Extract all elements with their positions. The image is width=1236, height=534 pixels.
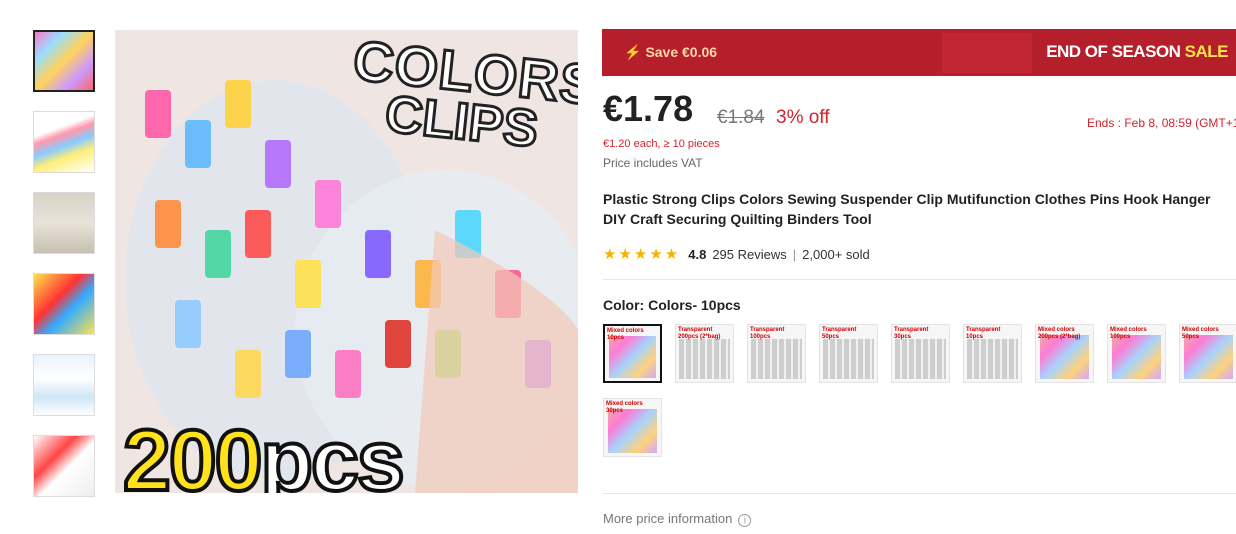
hero-count-unit: pcs [258,411,406,493]
promo-sale: SALE [1184,42,1229,61]
clips-bag-image [609,336,656,378]
star-rating-icon: ★★★★★ [603,246,681,263]
clips-bag-image [608,409,657,453]
thumbnail-6[interactable] [33,435,95,497]
original-price: €1.84 [717,107,765,128]
color-swatch[interactable]: Mixed colors 30pcs [603,398,662,457]
thumbnail-list [33,30,97,516]
swatch-label: Mixed colors 30pcs [606,401,643,414]
promo-main: END OF SEASON [1046,42,1185,61]
color-swatch[interactable]: Mixed colors 50pcs [1179,324,1236,383]
swatch-label: Transparent 100pcs [750,327,785,340]
swatch-label: Transparent 50pcs [822,327,857,340]
sale-ends-time: Ends : Feb 8, 08:59 (GMT+1 [1087,116,1236,130]
promo-label: END OF SEASON SALE [1046,42,1228,62]
more-price-info-label: More price information [603,511,733,526]
color-swatch[interactable]: Transparent 50pcs [819,324,878,383]
product-title: Plastic Strong Clips Colors Sewing Suspe… [603,191,1211,227]
hero-count-number: 200 [121,411,264,493]
color-swatch[interactable]: Transparent 100pcs [747,324,806,383]
info-icon: i [738,514,752,527]
sale-banner: ⚡ Save €0.06 END OF SEASON SALE [602,29,1236,76]
swatch-label: Transparent 10pcs [966,327,1001,340]
sold-count: 2,000+ sold [802,246,870,262]
current-price: €1.78 [603,88,694,129]
divider-bottom [603,493,1236,494]
lightning-icon: ⚡ [624,44,642,60]
thumbnail-3[interactable] [33,192,95,254]
color-swatch[interactable]: Mixed colors 200pcs (2*bag) [1035,324,1094,383]
swatch-label: Transparent 200pcs (2*bag) [678,327,721,340]
rating-row: ★★★★★ 4.8 295 Reviews | 2,000+ sold [603,245,870,263]
save-text: Save €0.06 [645,44,718,60]
divider-top [603,279,1236,280]
thumbnail-4[interactable] [33,273,95,335]
more-price-info[interactable]: More price information i [603,511,752,527]
clips-bag-image [1040,335,1089,379]
main-product-image[interactable]: COLORS CLIPS 200pcs [115,30,578,493]
color-swatch[interactable]: Mixed colors 100pcs [1107,324,1166,383]
thumbnail-1[interactable] [33,30,95,92]
gift-box-icon [942,33,1032,73]
clips-bag-image [1184,335,1233,379]
thumbnail-5[interactable] [33,354,95,416]
color-swatch[interactable]: Transparent 10pcs [963,324,1022,383]
swatch-label: Mixed colors 100pcs [1110,327,1147,340]
clips-bag-image [1112,335,1161,379]
color-swatch[interactable]: Mixed colors 10pcs [603,324,662,383]
color-label: Color: Colors- 10pcs [603,297,741,313]
color-swatch[interactable]: Transparent 30pcs [891,324,950,383]
save-amount: ⚡ Save €0.06 [624,44,717,61]
color-swatch[interactable]: Transparent 200pcs (2*bag) [675,324,734,383]
discount-badge: 3% off [776,107,830,128]
swatch-label: Mixed colors 200pcs (2*bag) [1038,327,1081,340]
swatch-label: Mixed colors 10pcs [607,328,644,341]
swatch-label: Transparent 30pcs [894,327,929,340]
clips-grid-image [823,339,874,379]
divider: | [792,246,797,262]
thumbnail-2[interactable] [33,111,95,173]
vat-note: Price includes VAT [603,156,703,170]
swatch-label: Mixed colors 50pcs [1182,327,1219,340]
reviews-link[interactable]: 295 Reviews [712,247,786,262]
hero-count: 200pcs [121,411,407,493]
bulk-price: €1.20 each, ≥ 10 pieces [603,138,720,150]
clips-grid-image [751,339,802,379]
clips-grid-image [679,339,730,379]
rating-score: 4.8 [688,246,707,262]
clips-grid-image [895,339,946,379]
clips-grid-image [967,339,1018,379]
